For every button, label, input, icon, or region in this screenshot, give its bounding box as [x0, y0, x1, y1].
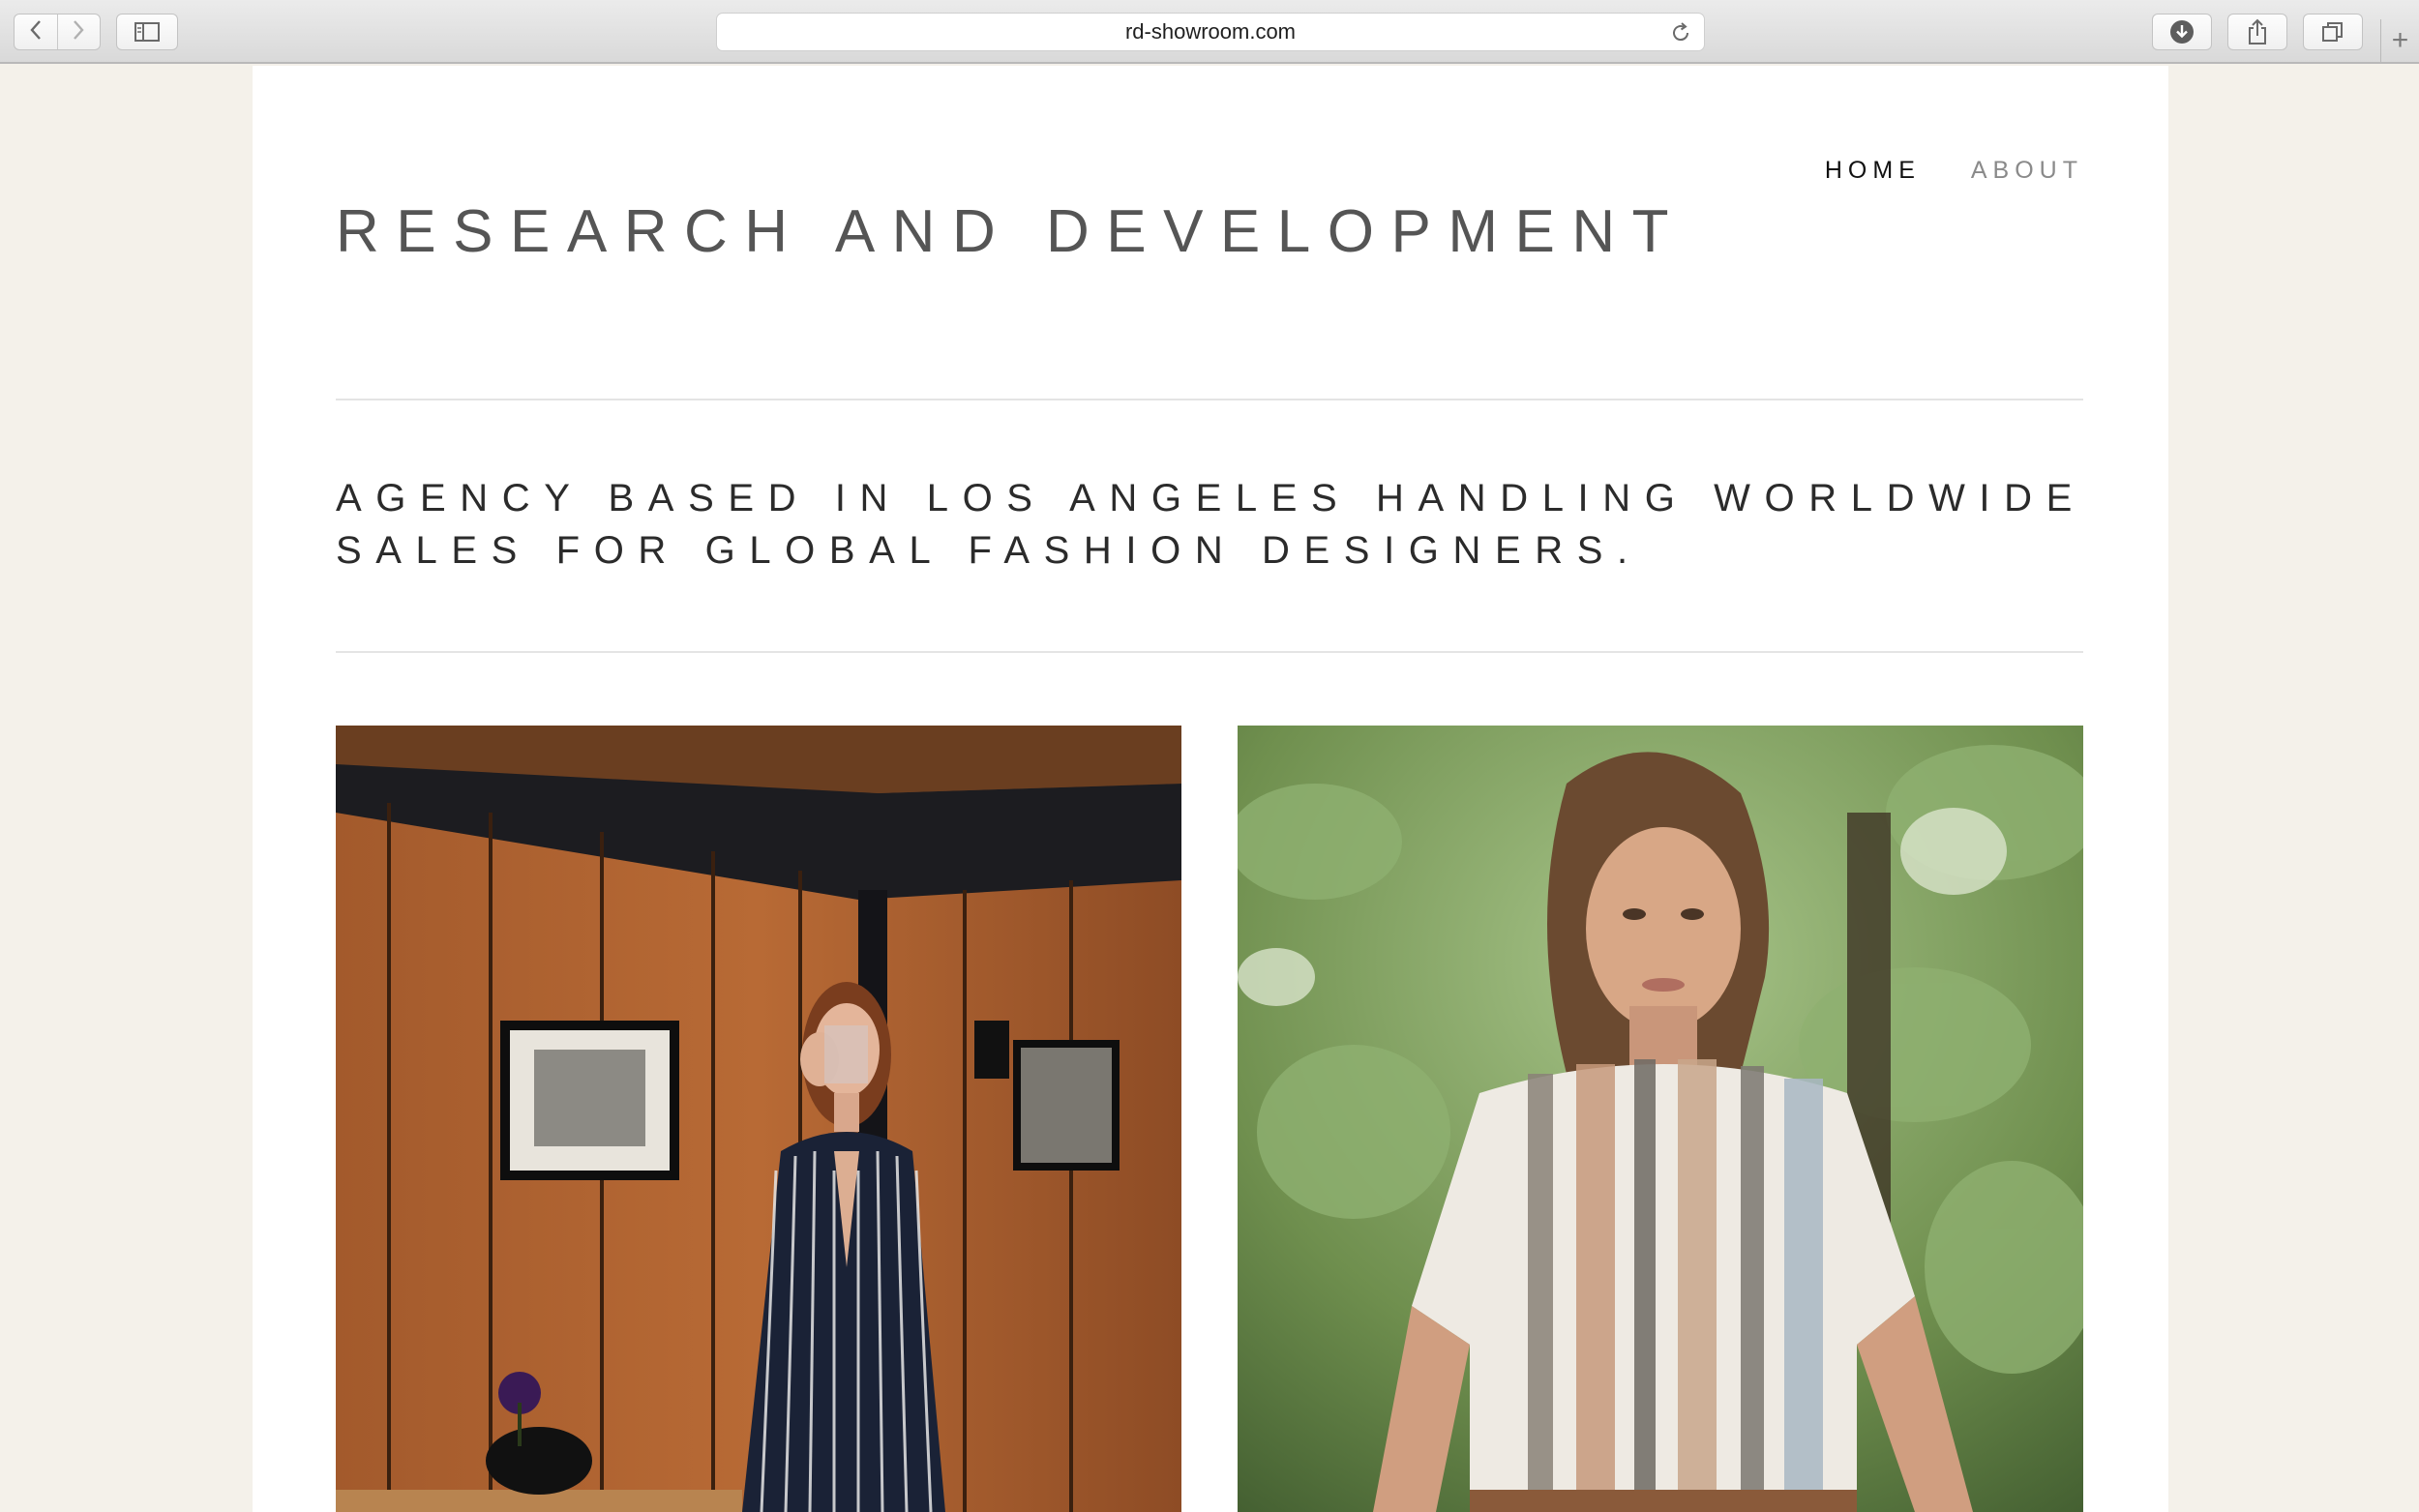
main-nav: HOME ABOUT — [1825, 157, 2083, 185]
address-bar[interactable]: rd-showroom.com — [716, 13, 1705, 51]
tagline-line-2: SALES FOR GLOBAL FASHION DESIGNERS. — [336, 529, 1642, 572]
tabs-overview-icon — [2321, 20, 2344, 44]
browser-toolbar: rd-showroom.com + — [0, 0, 2419, 64]
sidebar-button[interactable] — [116, 14, 178, 50]
share-icon — [2247, 18, 2268, 45]
chevron-left-icon — [29, 19, 43, 44]
nav-home-link[interactable]: HOME — [1825, 157, 1921, 185]
share-button[interactable] — [2227, 14, 2287, 50]
reload-icon[interactable] — [1669, 21, 1692, 50]
site-title[interactable]: RESEARCH AND DEVELOPMENT — [336, 197, 1686, 266]
divider-top — [336, 399, 2083, 400]
download-icon — [2169, 19, 2195, 44]
plus-icon: + — [2391, 24, 2409, 56]
url-text: rd-showroom.com — [1124, 19, 1297, 44]
chevron-right-icon — [72, 19, 85, 44]
page-content: RESEARCH AND DEVELOPMENT HOME ABOUT AGEN… — [253, 66, 2168, 1512]
back-button[interactable] — [15, 15, 58, 49]
tabs-button[interactable] — [2303, 14, 2363, 50]
tagline: AGENCY BASED IN LOS ANGELES HANDLING WOR… — [336, 472, 2083, 577]
downloads-button[interactable] — [2152, 14, 2212, 50]
nav-about-link[interactable]: ABOUT — [1971, 157, 2083, 185]
fashion-photo-linen-top[interactable] — [1238, 726, 2083, 1512]
fashion-photo-striped-blazer[interactable] — [336, 726, 1181, 1512]
divider-bottom — [336, 651, 2083, 653]
history-nav — [14, 14, 101, 50]
new-tab-button[interactable]: + — [2380, 19, 2419, 62]
forward-button[interactable] — [58, 15, 101, 49]
sidebar-icon — [134, 22, 160, 42]
tagline-line-1: AGENCY BASED IN LOS ANGELES HANDLING WOR… — [336, 477, 2086, 519]
